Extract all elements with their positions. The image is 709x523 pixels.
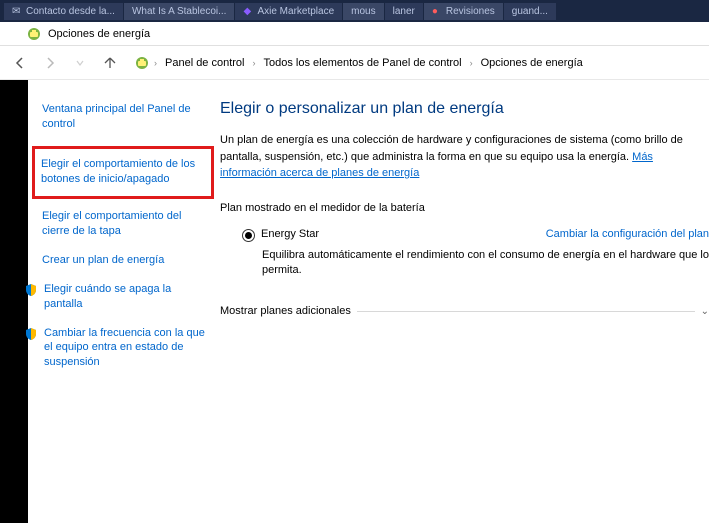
sidebar-item-label: Cambiar la frecuencia con la que el equi…: [44, 326, 206, 371]
chevron-right-icon: ›: [253, 58, 256, 68]
shield-icon: [24, 283, 38, 297]
breadcrumb: › Panel de control › Todos los elementos…: [134, 55, 587, 71]
description-text: Un plan de energía es una colección de h…: [220, 134, 683, 163]
section-label: Plan mostrado en el medidor de la baterí…: [220, 202, 709, 214]
content-area: Ventana principal del Panel de control E…: [0, 80, 709, 523]
up-button[interactable]: [98, 51, 122, 75]
page-heading: Elegir o personalizar un plan de energía: [220, 100, 709, 118]
power-options-icon: [134, 55, 150, 71]
sidebar-item-control-panel-home[interactable]: Ventana principal del Panel de control: [42, 102, 206, 132]
divider: [357, 311, 695, 312]
browser-tab[interactable]: laner: [385, 3, 423, 20]
sidebar: Ventana principal del Panel de control E…: [28, 80, 220, 523]
plan-radio[interactable]: [242, 229, 255, 242]
browser-tab[interactable]: ✉Contacto desde la...: [4, 3, 123, 20]
forward-button: [38, 51, 62, 75]
chevron-down-icon: ⌄: [701, 306, 709, 317]
window-title: Opciones de energía: [48, 28, 150, 40]
navigation-bar: › Panel de control › Todos los elementos…: [0, 46, 709, 80]
chevron-right-icon: ›: [470, 58, 473, 68]
browser-tab[interactable]: ●Revisiones: [424, 3, 503, 20]
app-icon: ◆: [243, 6, 253, 16]
window-titlebar: Opciones de energía: [0, 22, 709, 46]
power-plan-row: Energy Star Cambiar la configuración del…: [220, 228, 709, 242]
mail-icon: ✉: [12, 6, 22, 16]
change-plan-settings-link[interactable]: Cambiar la configuración del plan: [546, 228, 709, 240]
breadcrumb-item[interactable]: Panel de control: [161, 55, 249, 71]
chevron-right-icon: ›: [154, 58, 157, 68]
sidebar-item-create-plan[interactable]: Crear un plan de energía: [42, 253, 206, 268]
shield-icon: [24, 327, 38, 341]
main-content: Elegir o personalizar un plan de energía…: [220, 80, 709, 523]
sidebar-item-display-off[interactable]: Elegir cuándo se apaga la pantalla: [24, 282, 206, 312]
expander-label: Mostrar planes adicionales: [220, 305, 351, 317]
browser-tab[interactable]: ◆Axie Marketplace: [235, 3, 342, 20]
power-options-icon: [26, 26, 42, 42]
back-button[interactable]: [8, 51, 32, 75]
breadcrumb-item[interactable]: Opciones de energía: [477, 55, 587, 71]
sidebar-item-label: Elegir cuándo se apaga la pantalla: [44, 282, 206, 312]
plan-description: Equilibra automáticamente el rendimiento…: [220, 248, 709, 280]
browser-tab[interactable]: mous: [343, 3, 383, 20]
sidebar-item-lid-close[interactable]: Elegir el comportamiento del cierre de l…: [42, 209, 206, 239]
sidebar-item-power-buttons[interactable]: Elegir el comportamiento de los botones …: [32, 146, 214, 200]
breadcrumb-item[interactable]: Todos los elementos de Panel de control: [260, 55, 466, 71]
page-description: Un plan de energía es una colección de h…: [220, 132, 709, 182]
show-additional-plans[interactable]: Mostrar planes adicionales ⌄: [220, 305, 709, 317]
browser-tab[interactable]: What Is A Stablecoi...: [124, 3, 235, 20]
sidebar-item-sleep-frequency[interactable]: Cambiar la frecuencia con la que el equi…: [24, 326, 206, 371]
app-icon: ●: [432, 6, 442, 16]
plan-name: Energy Star: [261, 228, 319, 240]
browser-tabs: ✉Contacto desde la... What Is A Stableco…: [0, 0, 709, 22]
recent-dropdown[interactable]: [68, 51, 92, 75]
browser-tab[interactable]: guand...: [504, 3, 556, 20]
